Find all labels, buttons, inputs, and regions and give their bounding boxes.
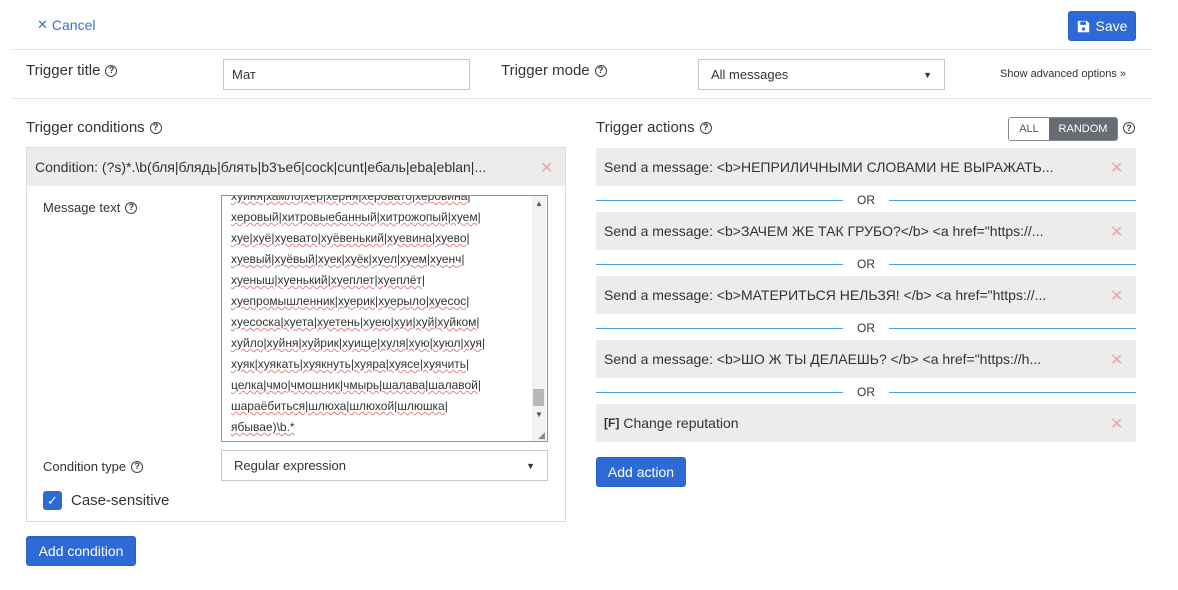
scroll-up-icon[interactable]: ▲	[535, 199, 543, 208]
toggle-all[interactable]: ALL	[1009, 118, 1049, 140]
chevron-down-icon: ▼	[526, 460, 535, 471]
action-item[interactable]: [F] Change reputation	[596, 404, 1136, 442]
action-item[interactable]: Send a message: <b>НЕПРИЛИЧНЫМИ СЛОВАМИ …	[596, 148, 1136, 186]
trigger-mode-select[interactable]: All messages ▼	[698, 59, 945, 90]
message-text-line: хуепромышленник|хуерик|хуерыло|хуесос|	[231, 294, 470, 308]
or-label: OR	[857, 321, 875, 335]
chevron-down-icon: ▼	[923, 69, 932, 80]
condition-type-label: Condition type ?	[43, 459, 144, 474]
condition-type-value: Regular expression	[234, 458, 347, 473]
divider	[12, 49, 1152, 50]
action-item-text: Send a message: <b>НЕПРИЛИЧНЫМИ СЛОВАМИ …	[604, 159, 1054, 175]
scroll-down-icon[interactable]: ▼	[535, 410, 543, 419]
message-text-line: хуевый|хуёвый|хуек|хуёк|хуел|хуем|хуенч|	[231, 252, 465, 266]
help-icon[interactable]: ?	[594, 64, 607, 77]
action-item-text: Change reputation	[623, 415, 739, 431]
delete-action-icon[interactable]: ✕	[1110, 286, 1123, 306]
condition-header-text: Condition: (?s)*.\b(бля|блядь|блять|b3ъе…	[35, 159, 487, 175]
case-sensitive-label: Case-sensitive	[71, 492, 170, 509]
show-advanced-link[interactable]: Show advanced options »	[1000, 68, 1126, 80]
trigger-actions-text: Trigger actions	[596, 119, 695, 136]
cancel-label: Cancel	[51, 17, 96, 33]
message-text-line: хуйло|хуйня|хуйрик|хуище|хуля|хую|хуюл|х…	[231, 336, 486, 350]
trigger-title-label: Trigger title ?	[26, 62, 118, 79]
close-icon: ✕	[37, 17, 48, 32]
or-separator: OR	[596, 384, 1136, 400]
delete-action-icon[interactable]: ✕	[1110, 414, 1123, 434]
resize-handle-icon[interactable]: ◢	[538, 430, 545, 441]
condition-type-select[interactable]: Regular expression ▼	[221, 450, 548, 481]
message-text-label: Message text ?	[43, 200, 138, 215]
message-text-line: хуиня|хамло|хер|херня|херовато|херовина|	[231, 195, 471, 203]
help-icon[interactable]: ?	[1123, 122, 1135, 134]
or-separator: OR	[596, 256, 1136, 272]
cancel-button[interactable]: ✕ Cancel	[37, 17, 96, 33]
message-text-line: шараёбиться|шлюха|шлюхой|шлюшка|	[231, 399, 448, 413]
condition-header[interactable]: Condition: (?s)*.\b(бля|блядь|блять|b3ъе…	[27, 148, 565, 186]
toggle-random[interactable]: RANDOM	[1049, 118, 1117, 140]
trigger-conditions-label: Trigger conditions ?	[26, 119, 162, 136]
add-action-button[interactable]: Add action	[596, 457, 686, 487]
help-icon[interactable]: ?	[125, 201, 138, 214]
message-text-text: Message text	[43, 200, 121, 215]
trigger-title-value: Мат	[232, 67, 256, 82]
help-icon[interactable]: ?	[699, 121, 712, 134]
trigger-actions-label: Trigger actions ?	[596, 119, 712, 136]
save-label: Save	[1095, 18, 1128, 34]
help-icon[interactable]: ?	[149, 121, 162, 134]
message-text-line: хуеныш|хуенький|хуеплет|хуеплёт|	[231, 273, 425, 287]
action-mode-toggle[interactable]: ALL RANDOM	[1008, 117, 1118, 141]
floppy-disk-icon	[1077, 20, 1089, 32]
trigger-mode-label: Trigger mode ?	[501, 62, 607, 79]
delete-action-icon[interactable]: ✕	[1110, 158, 1123, 178]
check-icon: ✓	[47, 492, 58, 508]
help-icon[interactable]: ?	[105, 64, 118, 77]
delete-condition-icon[interactable]: ✕	[540, 158, 553, 178]
message-text-line: хуесоска|хуета|хуетень|хуею|хуи|хуй|хуйк…	[231, 315, 480, 329]
reputation-flag: [F]	[604, 416, 620, 430]
or-label: OR	[857, 385, 875, 399]
or-separator: OR	[596, 320, 1136, 336]
trigger-conditions-text: Trigger conditions	[26, 119, 145, 136]
delete-action-icon[interactable]: ✕	[1110, 222, 1123, 242]
action-item[interactable]: Send a message: <b>ШО Ж ТЫ ДЕЛАЕШЬ? </b>…	[596, 340, 1136, 378]
scrollbar-thumb[interactable]	[533, 389, 544, 406]
message-text-line: хуе|хуё|хуевато|хуёвенький|хуевина|хуево…	[231, 231, 470, 245]
divider	[12, 98, 1152, 99]
action-item-text: Send a message: <b>ШО Ж ТЫ ДЕЛАЕШЬ? </b>…	[604, 351, 1042, 367]
trigger-title-text: Trigger title	[26, 62, 101, 79]
add-condition-button[interactable]: Add condition	[26, 536, 136, 566]
save-button[interactable]: Save	[1068, 11, 1136, 41]
trigger-title-input[interactable]: Мат	[223, 59, 470, 90]
message-text-line: хуяк|хуякать|хуякнуть|хуяра|хуясе|хуячит…	[231, 357, 470, 371]
trigger-mode-value: All messages	[711, 67, 789, 82]
action-item-text: Send a message: <b>МАТЕРИТЬСЯ НЕЛЬЗЯ! </…	[604, 287, 1047, 303]
action-item[interactable]: Send a message: <b>ЗАЧЕМ ЖЕ ТАК ГРУБО?</…	[596, 212, 1136, 250]
message-text-line: ябывае)\b.*	[231, 420, 295, 434]
action-item[interactable]: Send a message: <b>МАТЕРИТЬСЯ НЕЛЬЗЯ! </…	[596, 276, 1136, 314]
or-label: OR	[857, 257, 875, 271]
case-sensitive-checkbox[interactable]: ✓	[43, 491, 62, 510]
message-text-line: херовый|хитровыебанный|хитрожопый|хуем|	[231, 210, 481, 224]
action-item-text: Send a message: <b>ЗАЧЕМ ЖЕ ТАК ГРУБО?</…	[604, 223, 1044, 239]
message-text-line: целка|чмо|чмошник|чмырь|шалава|шалавой|	[231, 378, 482, 392]
or-label: OR	[857, 193, 875, 207]
or-separator: OR	[596, 192, 1136, 208]
help-icon[interactable]: ?	[131, 460, 144, 473]
condition-type-text: Condition type	[43, 459, 127, 474]
message-text-content: хуиня|хамло|хер|херня|херовато|херовина|…	[231, 195, 521, 438]
delete-action-icon[interactable]: ✕	[1110, 350, 1123, 370]
trigger-mode-text: Trigger mode	[501, 62, 590, 79]
message-text-textarea[interactable]: хуиня|хамло|хер|херня|херовато|херовина|…	[221, 195, 548, 442]
